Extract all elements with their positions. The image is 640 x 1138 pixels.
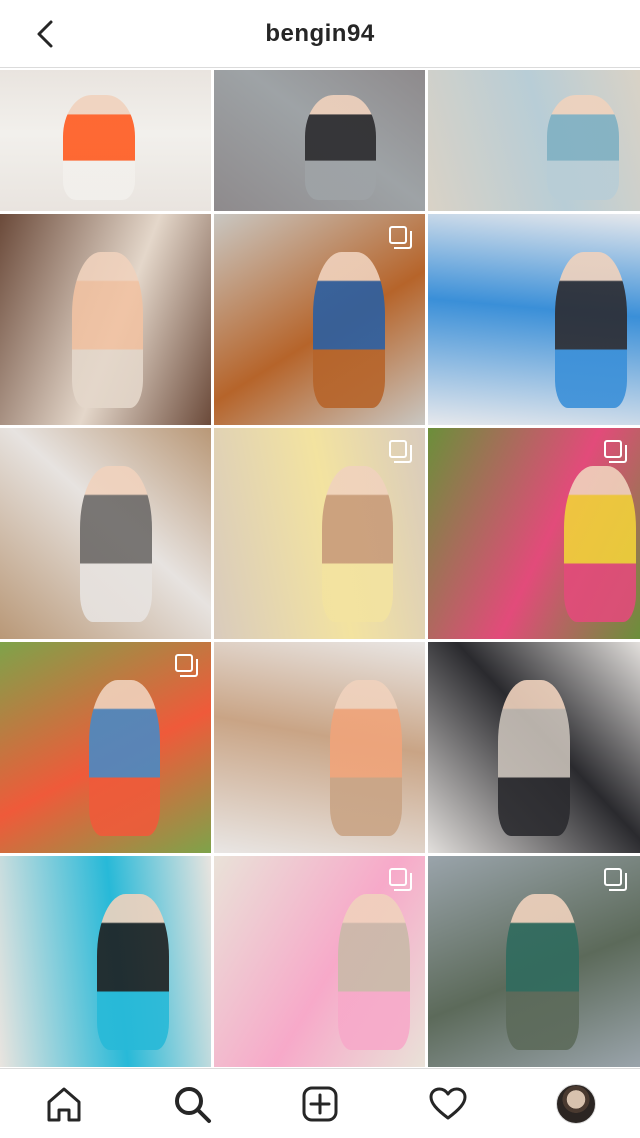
photo-subject [555,251,628,409]
photo-subject [71,251,144,409]
photo-subject [546,95,619,200]
back-button[interactable] [26,14,66,54]
carousel-icon [389,868,413,892]
post-before-after[interactable] [428,642,640,853]
post-selfie-sweater[interactable] [0,214,211,425]
post-grey-leggings-mirror[interactable] [428,70,640,211]
post-yellow-bra-mirror[interactable] [214,428,425,639]
post-flowers-baby[interactable] [428,428,640,639]
chevron-left-icon [37,20,53,48]
photo-subject [304,95,377,200]
heart-icon [429,1087,467,1119]
carousel-icon [389,226,413,250]
nav-create[interactable] [288,1072,352,1136]
photo-subject [63,95,136,200]
post-gym-flex[interactable] [428,214,640,425]
photo-subject [338,893,411,1051]
photo-subject [97,893,169,1051]
nav-home[interactable] [32,1072,96,1136]
carousel-icon [604,868,628,892]
post-orange-leggings-mirror[interactable] [0,70,211,211]
top-bar: bengin94 [0,0,640,68]
post-swing-baby[interactable] [0,642,211,853]
nav-profile[interactable] [544,1072,608,1136]
post-baby-pink-chair[interactable] [214,856,425,1067]
photo-subject [88,679,161,837]
post-blue-bikini-mirror[interactable] [0,856,211,1067]
posts-grid [0,70,640,1068]
nav-activity[interactable] [416,1072,480,1136]
search-icon [175,1086,211,1123]
nav-search[interactable] [160,1072,224,1136]
photo-subject [563,465,636,623]
photo-subject [80,465,152,623]
post-waterfall-landscape[interactable] [428,856,640,1067]
photo-subject [506,893,579,1051]
carousel-icon [604,440,628,464]
plus-square-icon [302,1086,338,1121]
post-baby-eating[interactable] [214,642,425,853]
photo-subject [321,465,394,623]
post-mom-baby-sofa[interactable] [0,428,211,639]
photo-subject [313,251,385,409]
carousel-icon [389,440,413,464]
photo-subject [330,679,402,837]
profile-username: bengin94 [265,19,375,47]
carousel-icon [175,654,199,678]
post-bench-park[interactable] [214,214,425,425]
post-workout-band-kick[interactable] [214,70,425,211]
home-icon [47,1087,81,1121]
photo-subject [497,679,571,837]
bottom-navigation [0,1068,640,1138]
avatar [556,1083,596,1124]
